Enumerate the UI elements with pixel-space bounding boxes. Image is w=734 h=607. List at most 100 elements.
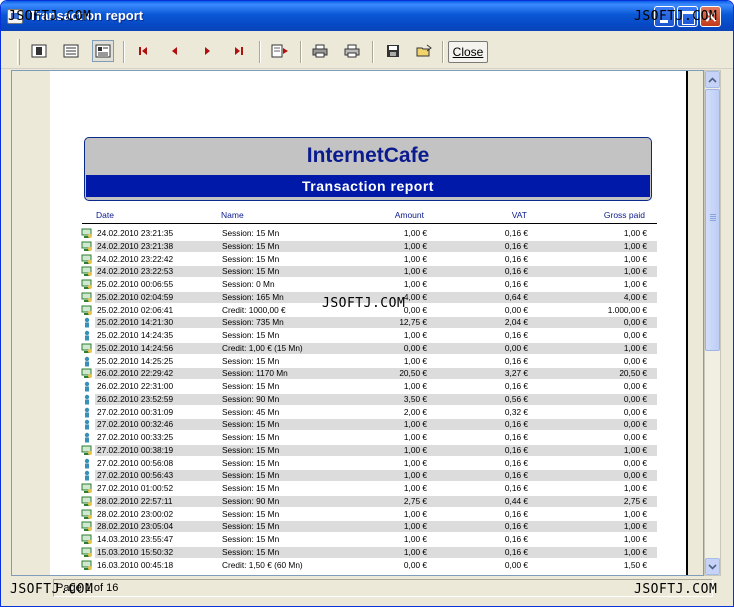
preview-toolbar: Close [1,31,733,69]
cell-gross: 0,00 € [623,317,647,328]
cell-amount: 1,00 € [403,240,427,251]
toolbar-separator [300,41,302,63]
first-page-button[interactable] [132,40,154,62]
open-button[interactable] [413,40,435,62]
cell-vat: 0,16 € [504,279,528,289]
cell-name: Session: 15 Mn [222,546,280,557]
table-row: 28.02.2010 23:05:04 Session: 15 Mn 1,00 € 0… [79,520,657,533]
pc-icon [81,241,93,252]
title-bar[interactable]: Transaction report [1,1,733,31]
table-row: 25.02.2010 14:24:35 Session: 15 Mn 1,00 € 0… [79,329,657,342]
cell-vat: 0,16 € [504,432,528,442]
cell-date: 25.02.2010 02:06:41 [97,304,174,315]
cell-name: Session: 15 Mn [222,521,280,532]
cell-date: 27.02.2010 00:31:09 [97,406,174,417]
cell-name: Session: 15 Mn [222,266,280,277]
print-button[interactable] [341,40,363,62]
cell-vat: 0,16 € [504,483,528,493]
multi-page-icon [63,44,79,58]
cell-amount: 1,00 € [403,508,427,519]
table-row: 27.02.2010 00:56:08 Session: 15 Mn 1,00 € 0… [79,457,657,470]
print-icon [344,44,360,58]
column-header-name: Name [221,210,244,220]
cell-gross: 1,00 € [623,253,647,264]
table-row: 26.02.2010 23:52:59 Session: 90 Mn 3,50 € 0… [79,393,657,406]
prev-page-button[interactable] [164,40,186,62]
cell-name: Session: 15 Mn [222,355,280,366]
cell-vat: 2,04 € [504,317,528,328]
printer-settings-icon [312,44,328,58]
pc-icon [81,445,93,456]
cell-amount: 0,00 € [403,342,427,353]
cell-date: 25.02.2010 14:24:35 [97,330,174,340]
report-header: InternetCafe Transaction report [84,137,652,201]
cell-date: 16.03.2010 00:45:18 [97,559,174,570]
next-page-button[interactable] [196,40,218,62]
cell-vat: 0,16 € [504,508,528,519]
close-button[interactable]: Close [448,41,488,63]
scroll-up-button[interactable] [705,71,720,88]
scroll-thumb[interactable] [705,89,720,351]
preview-area[interactable]: InternetCafe Transaction report Date Nam… [11,70,704,576]
cell-amount: 1,00 € [403,266,427,277]
pc-icon [81,305,93,316]
cell-vat: 0,16 € [504,266,528,277]
cell-gross: 1,00 € [623,342,647,353]
cell-amount: 12,75 € [399,317,427,328]
cell-vat: 0,44 € [504,495,528,506]
prev-page-icon [172,47,177,55]
cell-gross: 1,00 € [623,240,647,251]
cell-amount: 20,50 € [399,368,427,379]
cell-gross: 1,00 € [623,508,647,519]
cell-gross: 1,00 € [623,546,647,557]
cell-name: Session: 90 Mn [222,393,280,404]
cell-gross: 1,00 € [623,279,647,289]
table-row: 28.02.2010 22:57:11 Session: 90 Mn 2,75 € 0… [79,495,657,508]
cell-vat: 0,16 € [504,381,528,391]
row-shading [95,470,657,482]
cell-amount: 2,00 € [403,406,427,417]
row-shading [95,342,657,354]
column-header-date: Date [96,210,114,220]
cell-gross: 0,00 € [623,470,647,481]
cell-amount: 1,00 € [403,457,427,468]
save-icon [387,45,399,57]
table-row: 27.02.2010 00:33:25 Session: 15 Mn 1,00 € 0… [79,431,657,444]
table-row: 24.02.2010 23:22:53 Session: 15 Mn 1,00 € 0… [79,265,657,278]
cell-amount: 1,00 € [403,444,427,455]
cell-amount: 1,00 € [403,279,427,289]
cell-gross: 4,00 € [623,291,647,302]
cell-gross: 2,75 € [623,495,647,506]
next-page-icon [205,47,210,55]
cell-gross: 20,50 € [619,368,647,379]
last-page-icon [235,47,243,55]
scroll-down-button[interactable] [705,558,720,575]
watermark-center: JSOFTJ.COM [322,296,406,311]
table-row: 14.03.2010 23:55:47 Session: 15 Mn 1,00 € 0… [79,533,657,546]
cell-name: Session: 45 Mn [222,406,280,417]
printer-settings-button[interactable] [309,40,331,62]
table-row: 25.02.2010 14:21:30 Session: 735 Mn 12,75 … [79,316,657,329]
toolbar-grip[interactable] [17,39,20,65]
cell-amount: 3,50 € [403,393,427,404]
watermark-bottom-left: JSOFTJ.COM [10,582,94,597]
cell-vat: 0,16 € [504,457,528,468]
single-page-button[interactable] [28,40,50,62]
cell-name: Session: 15 Mn [222,381,280,391]
multi-page-button[interactable] [60,40,82,62]
table-row: 24.02.2010 23:21:35 Session: 15 Mn 1,00 € 0… [79,227,657,240]
page-setup-button[interactable] [92,40,114,62]
last-page-button[interactable] [228,40,250,62]
save-button[interactable] [382,40,404,62]
row-shading [95,266,657,278]
goto-page-button[interactable] [269,40,291,62]
user-icon [81,381,93,392]
cell-vat: 0,00 € [504,559,528,570]
column-header-amount: Amount [394,210,424,220]
user-icon [81,470,93,481]
cell-name: Session: 15 Mn [222,432,280,442]
vertical-scrollbar[interactable] [704,70,721,576]
table-row: 27.02.2010 00:56:43 Session: 15 Mn 1,00 € 0… [79,469,657,482]
cell-gross: 0,00 € [623,457,647,468]
page-setup-icon [95,44,111,58]
